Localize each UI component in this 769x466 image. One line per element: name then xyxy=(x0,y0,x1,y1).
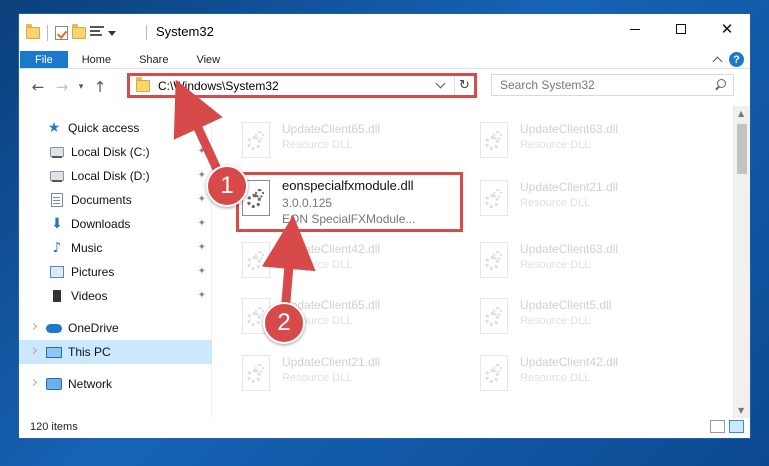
callout-1: 1 xyxy=(206,165,248,207)
annotation-arrows xyxy=(173,79,316,318)
callout-2: 2 xyxy=(263,302,305,344)
